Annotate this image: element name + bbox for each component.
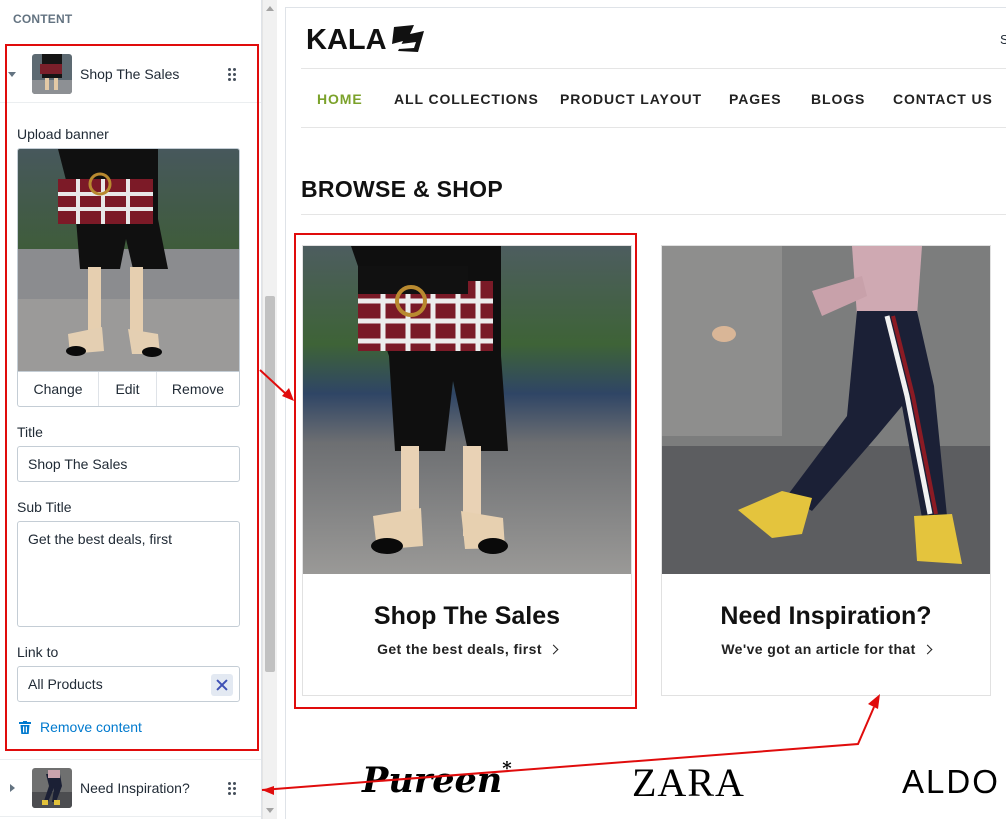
- remove-content-label: Remove content: [40, 719, 142, 735]
- brand-logo-aldo[interactable]: ALDO: [902, 763, 1000, 801]
- nav-pages[interactable]: PAGES: [729, 91, 781, 107]
- block-thumbnail: [32, 53, 72, 94]
- remove-content-link[interactable]: Remove content: [19, 719, 142, 735]
- card-subtitle-link[interactable]: We've got an article for that: [662, 641, 990, 657]
- svg-text:KALA: KALA: [306, 24, 387, 56]
- banner-image: [18, 149, 239, 371]
- scrollbar-thumb[interactable]: [265, 296, 275, 672]
- main-nav: HOME ALL COLLECTIONS PRODUCT LAYOUT PAGE…: [301, 68, 1006, 128]
- chevron-right-icon: [922, 644, 933, 655]
- card-subtitle-link[interactable]: Get the best deals, first: [303, 641, 631, 657]
- nav-home[interactable]: HOME: [317, 91, 363, 107]
- banner-card: Change Edit Remove: [17, 148, 240, 407]
- section-heading: CONTENT: [13, 12, 73, 26]
- banner-actions: Change Edit Remove: [18, 371, 239, 406]
- card-title: Shop The Sales: [373, 602, 561, 630]
- subtitle-textarea[interactable]: Get the best deals, first: [17, 521, 240, 627]
- trash-icon: [19, 720, 31, 734]
- drag-handle-icon[interactable]: [222, 64, 248, 84]
- nav-product-layout[interactable]: PRODUCT LAYOUT: [560, 91, 702, 107]
- editor-scrollbar[interactable]: [262, 0, 277, 819]
- nav-contact-us[interactable]: CONTACT US: [893, 91, 993, 107]
- edit-button[interactable]: Edit: [99, 372, 157, 406]
- card-subtitle: Get the best deals, first: [377, 641, 542, 657]
- remove-button[interactable]: Remove: [157, 372, 239, 406]
- chevron-right-icon: [548, 644, 559, 655]
- block-title: Need Inspiration?: [80, 780, 190, 796]
- storefront-preview: KALA S HOME ALL COLLECTIONS PRODUCT LAYO…: [285, 7, 1006, 819]
- collection-card-shop-the-sales[interactable]: Shop The Sales Get the best deals, first: [302, 245, 632, 696]
- card-title: Need Inspiration?: [720, 602, 932, 630]
- header-link[interactable]: S: [1000, 32, 1006, 47]
- theme-editor-panel: CONTENT Shop The Sales Upload banner Cha…: [0, 0, 262, 819]
- block-title: Shop The Sales: [80, 65, 180, 82]
- drag-handle-icon[interactable]: [222, 778, 248, 798]
- block-thumbnail: [32, 768, 72, 808]
- link-to-value: All Products: [28, 676, 103, 692]
- link-to-field[interactable]: All Products: [17, 666, 240, 702]
- change-button[interactable]: Change: [18, 372, 99, 406]
- store-logo[interactable]: KALA: [306, 22, 436, 56]
- nav-blogs[interactable]: BLOGS: [811, 91, 865, 107]
- title-label: Title: [17, 424, 43, 440]
- chevron-down-icon[interactable]: [0, 45, 24, 103]
- section-title: BROWSE & SHOP: [301, 176, 503, 202]
- link-to-label: Link to: [17, 644, 59, 660]
- upload-banner-label: Upload banner: [17, 126, 109, 142]
- collection-card-need-inspiration[interactable]: Need Inspiration? We've got an article f…: [661, 245, 991, 696]
- section-divider: [301, 214, 1006, 215]
- subtitle-label: Sub Title: [17, 499, 72, 515]
- block-row-shop-the-sales[interactable]: Shop The Sales: [0, 45, 261, 103]
- scroll-up-icon[interactable]: [266, 6, 274, 11]
- brand-logo-zara[interactable]: ZARA: [632, 759, 745, 806]
- nav-all-collections[interactable]: ALL COLLECTIONS: [394, 91, 539, 107]
- chevron-right-icon[interactable]: [0, 759, 24, 817]
- scroll-down-icon[interactable]: [266, 808, 274, 813]
- close-icon[interactable]: [211, 674, 233, 696]
- block-row-need-inspiration[interactable]: Need Inspiration?: [0, 759, 261, 817]
- brand-logo-pureen[interactable]: Pureen*: [362, 758, 512, 801]
- card-image: [662, 246, 990, 574]
- card-image: [303, 246, 631, 574]
- card-subtitle: We've got an article for that: [721, 641, 916, 657]
- title-input[interactable]: Shop The Sales: [17, 446, 240, 482]
